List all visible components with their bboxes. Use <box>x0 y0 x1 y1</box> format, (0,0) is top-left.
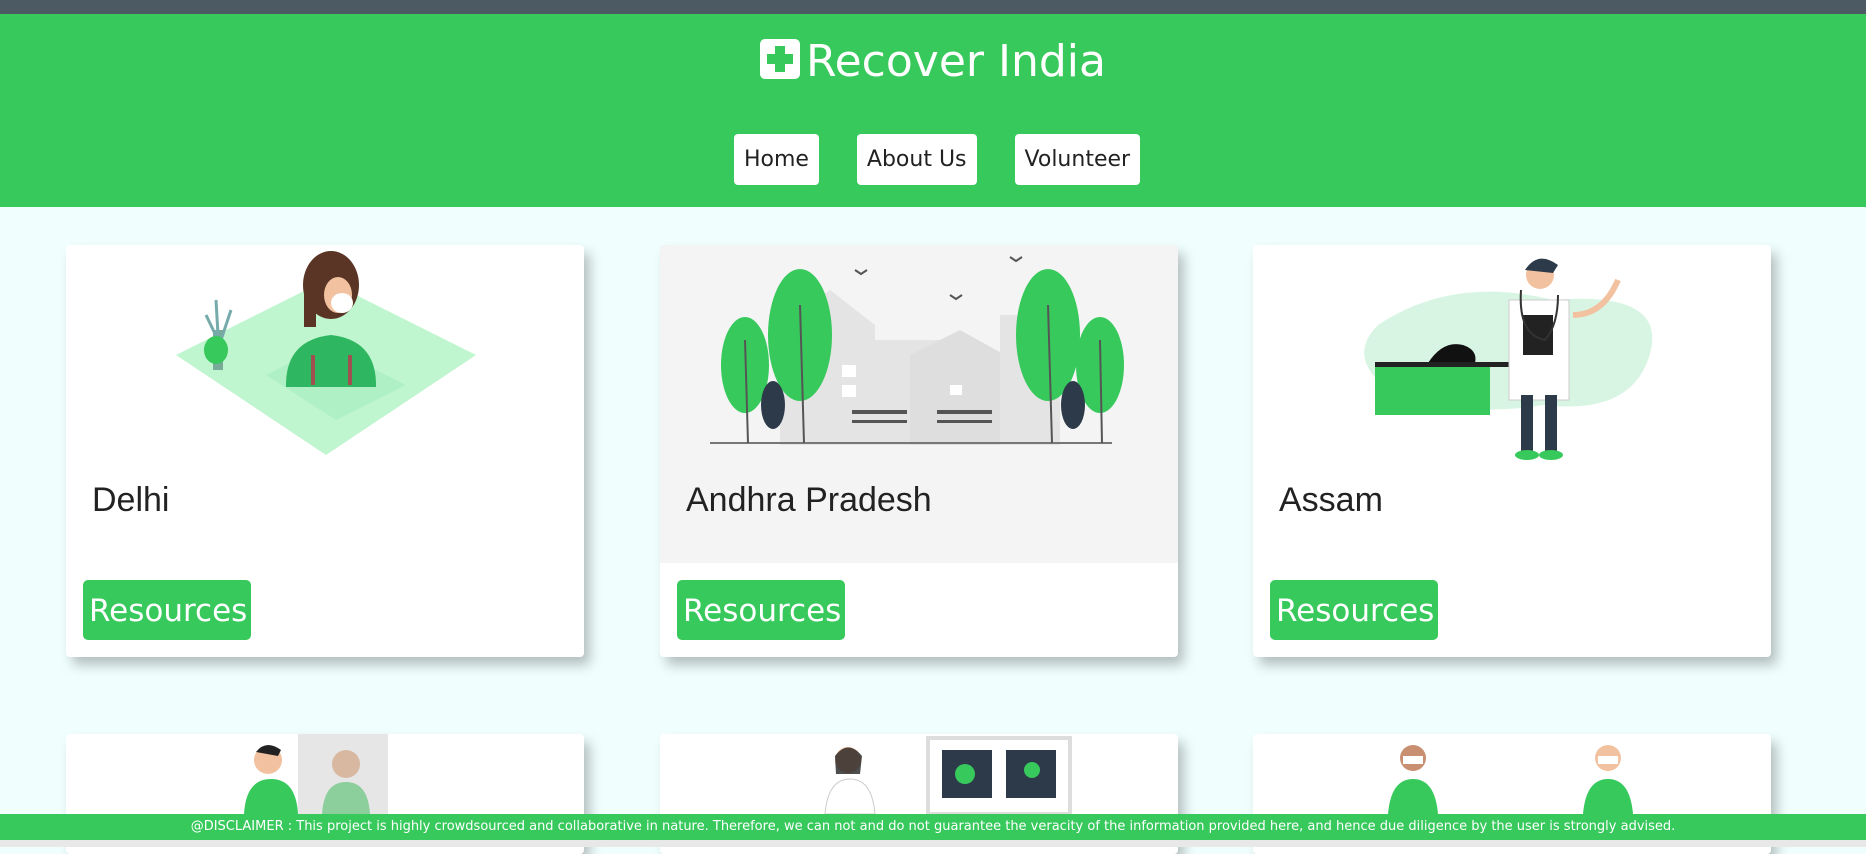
site-title: Recover India <box>806 36 1106 87</box>
nav-volunteer-button[interactable]: Volunteer <box>1014 134 1141 185</box>
resources-button[interactable]: Resources <box>83 580 251 640</box>
site-brand[interactable]: Recover India <box>0 36 1866 87</box>
card-state-name: Assam <box>1279 481 1383 519</box>
nav-about-us-button[interactable]: About Us <box>856 134 977 185</box>
bottom-strip <box>0 840 1866 847</box>
nav-home-button[interactable]: Home <box>733 134 819 185</box>
person-with-mask-illustration <box>176 251 476 455</box>
doctor-illustration <box>1364 258 1653 460</box>
hospital-plus-icon <box>760 39 801 79</box>
city-park-illustration <box>710 256 1124 445</box>
resources-button[interactable]: Resources <box>677 580 845 640</box>
main-nav: Home About Us Volunteer <box>0 134 1866 185</box>
resources-button[interactable]: Resources <box>1270 580 1438 640</box>
site-header: Recover India Home About Us Volunteer <box>0 14 1866 207</box>
state-card-assam: Assam Resources <box>1253 245 1771 657</box>
disclaimer-banner: @DISCLAIMER : This project is highly cro… <box>0 814 1866 840</box>
state-card-andhra-pradesh: Andhra Pradesh Resources <box>660 245 1178 657</box>
state-card-delhi: Delhi Resources <box>66 245 584 657</box>
card-state-name: Andhra Pradesh <box>686 481 932 519</box>
window-top-bar <box>0 0 1866 14</box>
card-state-name: Delhi <box>92 481 170 519</box>
